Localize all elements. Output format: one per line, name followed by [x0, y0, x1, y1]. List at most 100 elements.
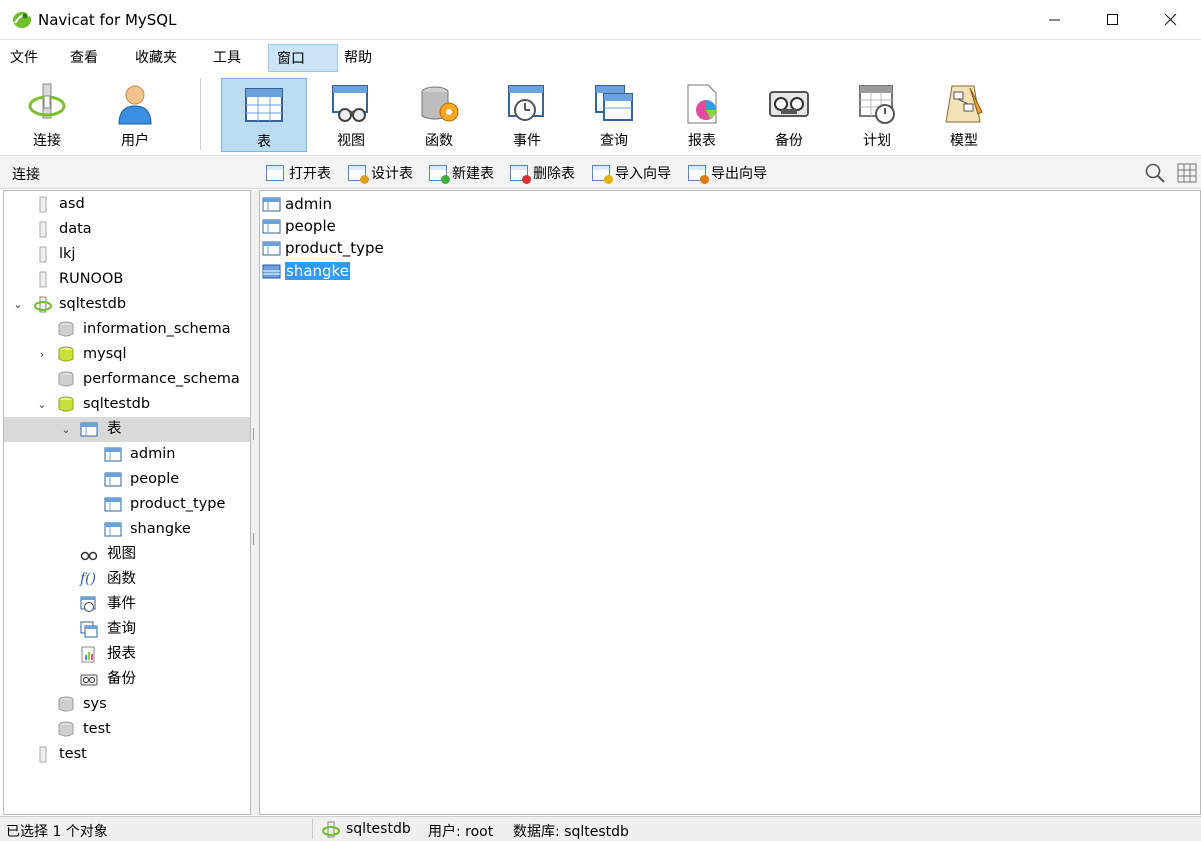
database-icon [58, 346, 74, 362]
close-button[interactable] [1142, 0, 1200, 40]
event-label: 事件 [513, 133, 541, 149]
report-button[interactable]: 报表 [659, 78, 745, 152]
table-icon [104, 447, 122, 462]
table-button[interactable]: 表 [221, 78, 307, 152]
function-button[interactable]: 函数 [396, 78, 482, 152]
user-icon [118, 85, 152, 125]
tree-item-mysql[interactable]: › mysql [4, 342, 250, 367]
table-label: 表 [257, 134, 271, 150]
delete-table-button[interactable]: 删除表 [510, 162, 575, 184]
table-icon [245, 88, 283, 122]
connection-closed-icon [39, 221, 47, 238]
schedule-button[interactable]: 计划 [834, 78, 920, 152]
model-button[interactable]: 模型 [921, 78, 1007, 152]
user-button[interactable]: 用户 [92, 78, 178, 152]
open-table-icon [266, 165, 284, 181]
model-icon [945, 85, 983, 123]
tree-item-lkj[interactable]: lkj [4, 242, 250, 267]
table-icon [262, 241, 281, 255]
maximize-button[interactable] [1084, 0, 1142, 40]
tree-item-product-type[interactable]: product_type [4, 492, 250, 517]
object-item-admin[interactable]: admin [262, 193, 332, 215]
event-icon [508, 85, 544, 121]
query-icon [80, 621, 98, 638]
function-icon [421, 86, 459, 122]
menu-file[interactable]: 文件 [2, 44, 46, 72]
chevron-down-icon[interactable]: ⌄ [35, 392, 49, 417]
design-table-button[interactable]: 设计表 [348, 162, 413, 184]
status-user: 用户: root [428, 824, 494, 840]
tree-item-queries[interactable]: 查询 [4, 617, 250, 642]
connection-header: 连接 [12, 167, 40, 183]
pane-splitter[interactable] [251, 190, 259, 815]
grid-view-icon[interactable] [1176, 162, 1198, 184]
connect-button[interactable]: 连接 [4, 78, 90, 152]
tree-item-sqltestdb-database[interactable]: ⌄ sqltestdb [4, 392, 250, 417]
tree-item-test-database[interactable]: test [4, 717, 250, 742]
user-label: 用户 [121, 133, 149, 149]
tree-item-runoob[interactable]: RUNOOB [4, 267, 250, 292]
new-table-label: 新建表 [452, 166, 494, 182]
table-icon [104, 497, 122, 512]
chevron-down-icon[interactable]: ⌄ [11, 292, 25, 317]
tree-item-admin[interactable]: admin [4, 442, 250, 467]
object-item-product-type[interactable]: product_type [262, 237, 384, 259]
tree-item-asd[interactable]: asd [4, 192, 250, 217]
search-icon[interactable] [1144, 162, 1166, 184]
report-icon [687, 84, 717, 124]
menu-help[interactable]: 帮助 [336, 44, 380, 72]
new-table-button[interactable]: 新建表 [429, 162, 494, 184]
chevron-down-icon[interactable]: ⌄ [59, 417, 73, 442]
table-icon [104, 522, 122, 537]
import-icon [592, 165, 613, 184]
table-icon [262, 264, 281, 278]
table-icon [262, 219, 281, 233]
view-button[interactable]: 视图 [308, 78, 394, 152]
table-icon [262, 197, 281, 211]
open-table-button[interactable]: 打开表 [266, 162, 331, 184]
tree-item-data[interactable]: data [4, 217, 250, 242]
menu-favorites[interactable]: 收藏夹 [127, 44, 185, 72]
connection-open-icon [34, 296, 52, 313]
minimize-button[interactable] [1026, 0, 1084, 40]
tree-item-functions[interactable]: f() 函数 [4, 567, 250, 592]
backup-button[interactable]: 备份 [746, 78, 832, 152]
connection-closed-icon [39, 746, 47, 763]
tree-item-test-connection[interactable]: test [4, 742, 250, 767]
tree-item-tables[interactable]: ⌄ 表 [4, 417, 250, 442]
object-toolbar: 连接 打开表 设计表 新建表 删除表 导入向导 导出向导 [0, 157, 1201, 189]
selection-status: 已选择 1 个对象 [6, 824, 108, 840]
menu-tools[interactable]: 工具 [205, 44, 249, 72]
backup-icon [80, 674, 98, 686]
tree-item-information-schema[interactable]: information_schema [4, 317, 250, 342]
connect-label: 连接 [33, 133, 61, 149]
close-icon [1165, 14, 1177, 26]
tree-item-people[interactable]: people [4, 467, 250, 492]
import-wizard-button[interactable]: 导入向导 [592, 162, 671, 184]
export-wizard-label: 导出向导 [711, 166, 767, 182]
query-button[interactable]: 查询 [571, 78, 657, 152]
database-icon [58, 321, 74, 337]
tree-item-backups[interactable]: 备份 [4, 667, 250, 692]
tree-item-sqltestdb-connection[interactable]: ⌄ sqltestdb [4, 292, 250, 317]
tree-item-shangke[interactable]: shangke [4, 517, 250, 542]
report-icon [81, 646, 95, 663]
tree-item-sys[interactable]: sys [4, 692, 250, 717]
backup-icon [769, 91, 809, 117]
event-button[interactable]: 事件 [484, 78, 570, 152]
tree-item-events[interactable]: 事件 [4, 592, 250, 617]
tree-item-performance-schema[interactable]: performance_schema [4, 367, 250, 392]
connection-open-icon [322, 821, 340, 838]
object-item-people[interactable]: people [262, 215, 336, 237]
function-icon: f() [80, 571, 97, 587]
table-group-icon [80, 422, 98, 437]
object-item-shangke[interactable]: shangke [262, 260, 350, 282]
menu-view[interactable]: 查看 [62, 44, 106, 72]
menu-window[interactable]: 窗口 [268, 44, 338, 72]
connection-closed-icon [39, 271, 47, 288]
export-wizard-button[interactable]: 导出向导 [688, 162, 767, 184]
tree-item-views[interactable]: 视图 [4, 542, 250, 567]
chevron-right-icon[interactable]: › [35, 342, 49, 367]
title-bar: Navicat for MySQL [0, 0, 1201, 40]
tree-item-reports[interactable]: 报表 [4, 642, 250, 667]
